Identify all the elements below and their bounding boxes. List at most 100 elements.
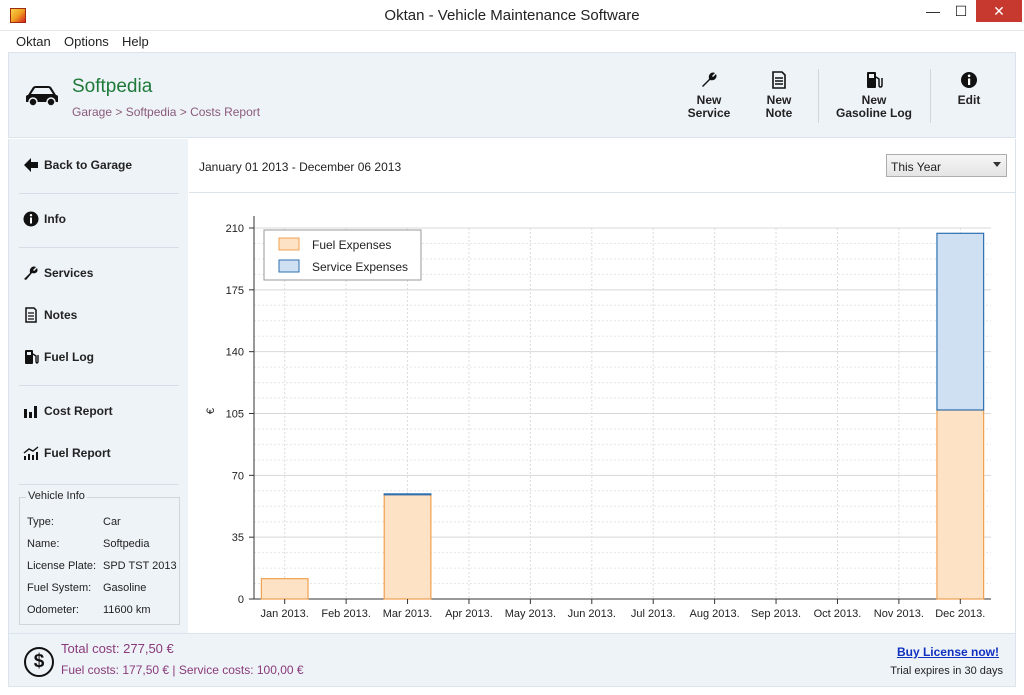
y-tick-label: 0 [238,594,244,606]
x-tick-label: Jan 2013. [261,608,309,620]
info-icon [961,72,977,88]
wrench-icon [24,266,38,280]
y-tick-label: 210 [226,223,244,235]
sidebar-item-services[interactable]: Services [23,265,93,281]
chevron-down-icon [993,162,1001,167]
new-gasoline-log-label-1: New [861,93,887,107]
new-gasoline-log-button[interactable]: New Gasoline Log [834,71,914,120]
service-expense-bar [383,493,432,496]
legend-swatch [278,237,300,251]
sidebar-item-label: Back to Garage [44,158,133,172]
x-tick-label: Aug 2013. [690,608,740,620]
sidebar-item-label: Info [44,212,66,226]
trend-chart-icon [23,446,39,460]
sidebar: Back to Garage Info Services Notes Fuel … [8,139,188,633]
vehicle-info-value: Gasoline [103,582,147,594]
sidebar-item-info[interactable]: Info [23,211,66,227]
vehicle-info-value: SPD TST 2013 [103,560,177,572]
menu-options[interactable]: Options [64,34,109,49]
breadcrumb[interactable]: Garage > Softpedia > Costs Report [72,105,260,119]
fuel-expense-bar [260,578,309,600]
y-tick-label: 70 [232,470,244,482]
menu-help[interactable]: Help [122,34,149,49]
y-tick-label: 105 [226,409,244,421]
vehicle-name: Softpedia [72,76,153,97]
info-icon [23,211,39,227]
x-tick-label: Mar 2013. [383,608,433,620]
vehicle-info-title: Vehicle Info [26,490,87,502]
x-tick-label: Sep 2013. [751,608,801,620]
fuel-pump-icon [25,350,39,364]
edit-label: Edit [957,93,981,107]
period-select[interactable]: This Year [886,154,1007,177]
bar-chart-icon [24,406,37,418]
divider [19,247,179,248]
x-tick-label: Jul 2013. [631,608,676,620]
vehicle-info-key: Odometer: [27,604,79,616]
y-tick-label: 175 [226,285,244,297]
x-tick-label: Dec 2013. [935,608,985,620]
buy-license-link[interactable]: Buy License now! [897,645,999,659]
sidebar-item-label: Services [44,266,94,280]
menu-bar: Oktan Options Help [0,31,1024,52]
toolbar-separator [818,69,819,123]
vehicle-info-value: 11600 km [103,604,151,616]
legend-swatch [278,259,300,273]
main-panel: January 01 2013 - December 06 2013 This … [189,139,1016,633]
new-service-button[interactable]: New Service [684,71,734,120]
fuel-expense-bar [936,409,985,600]
cost-chart: 0 35 70 105 140 175 210 € Jan 2013. Feb 2013. Mar … [205,216,991,620]
vehicle-info-key: Fuel System: [27,582,92,594]
car-icon [26,86,58,107]
trial-notice: Trial expires in 30 days [890,665,1003,677]
x-tick-label: Jun 2013. [568,608,616,620]
new-service-label-1: New [696,93,722,107]
vehicle-header: Softpedia Garage > Softpedia > Costs Rep… [8,52,1016,138]
sidebar-item-cost-report[interactable]: Cost Report [23,403,113,419]
vehicle-info-key: Type: [27,516,54,528]
divider [19,193,179,194]
fuel-pump-icon [867,72,883,88]
x-tick-label: May 2013. [505,608,556,620]
fuel-expense-bar [383,494,432,600]
sidebar-item-label: Fuel Log [44,350,94,364]
minimize-button[interactable]: — [920,0,946,22]
sidebar-item-label: Notes [44,308,78,322]
x-tick-label: Apr 2013. [445,608,493,620]
sidebar-item-notes[interactable]: Notes [23,307,77,323]
maximize-button[interactable]: ☐ [948,0,974,22]
sidebar-item-label: Fuel Report [44,446,111,460]
divider [19,484,179,485]
vehicle-info-key: Name: [27,538,60,550]
legend-label: Service Expenses [312,260,408,274]
sidebar-item-fuel-log[interactable]: Fuel Log [23,349,94,365]
wrench-icon [702,72,717,87]
date-range: January 01 2013 - December 06 2013 [199,160,402,174]
cost-breakdown: Fuel costs: 177,50 € | Service costs: 10… [61,663,304,677]
edit-button[interactable]: Edit [946,71,992,107]
new-gasoline-log-label-2: Gasoline Log [835,106,912,120]
new-note-button[interactable]: New Note [759,71,799,120]
vehicle-info-key: License Plate: [27,560,97,572]
total-cost: Total cost: 277,50 € [61,641,174,656]
toolbar-separator [930,69,931,123]
menu-oktan[interactable]: Oktan [16,34,51,49]
y-tick-label: 35 [232,532,244,544]
new-note-label-2: Note [765,106,793,120]
note-icon [772,71,786,89]
divider [19,385,179,386]
status-footer: $ Total cost: 277,50 € Fuel costs: 177,5… [8,633,1016,687]
sidebar-item-fuel-report[interactable]: Fuel Report [23,445,111,461]
close-button[interactable]: ✕ [976,0,1022,22]
service-expense-bar [936,232,985,411]
vehicle-info-value: Car [103,516,121,528]
legend-label: Fuel Expenses [312,238,391,252]
note-icon [25,307,37,323]
title-bar: Oktan - Vehicle Maintenance Software — ☐… [0,0,1024,31]
vehicle-info-panel: Vehicle Info Type: Car Name: Softpedia Lic… [19,490,180,625]
new-note-label-1: New [766,93,792,107]
y-tick-label: 140 [226,347,244,359]
sidebar-item-back-to-garage[interactable]: Back to Garage [23,157,132,173]
x-tick-label: Oct 2013. [814,608,862,620]
dollar-icon: $ [24,647,54,677]
